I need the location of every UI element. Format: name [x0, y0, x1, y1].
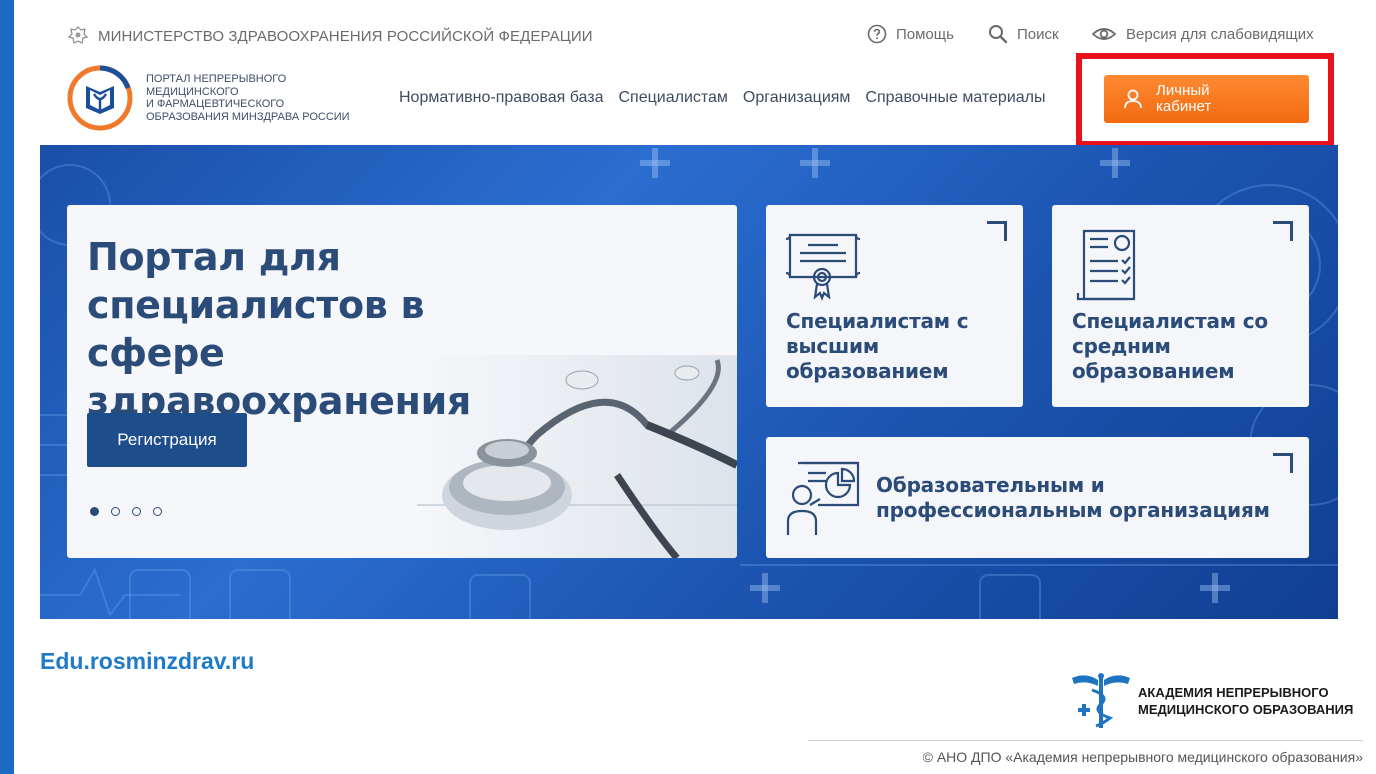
logo-line: ПОРТАЛ НЕПРЕРЫВНОГО	[146, 73, 287, 85]
portal-logo-text: ПОРТАЛ НЕПРЕРЫВНОГО МЕДИЦИНСКОГО И ФАРМА…	[146, 73, 366, 123]
tile-higher-education[interactable]: Специалистам с высшим образованием	[766, 205, 1023, 407]
logo-line: И ФАРМАЦЕВТИЧЕСКОГО	[146, 98, 285, 110]
help-icon	[867, 24, 887, 44]
search-label: Поиск	[1017, 25, 1059, 43]
diploma-icon	[785, 233, 861, 301]
nav-item-reference[interactable]: Справочные материалы	[865, 89, 1045, 107]
logo-line: ОБРАЗОВАНИЯ МИНЗДРАВА РОССИИ	[146, 110, 350, 123]
copyright-text: © АНО ДПО «Академия непрерывного медицин…	[922, 749, 1363, 765]
academy-logo: АКАДЕМИЯ НЕПРЕРЫВНОГО МЕДИЦИНСКОГО ОБРАЗ…	[1070, 672, 1353, 730]
user-icon	[1124, 89, 1142, 109]
hero-banner: Портал для специалистов в сфере здравоох…	[40, 145, 1338, 619]
accessibility-link[interactable]: Версия для слабовидящих	[1091, 24, 1314, 44]
corner-arrow-icon	[1273, 453, 1293, 473]
accessibility-label: Версия для слабовидящих	[1126, 25, 1314, 43]
tile-secondary-education[interactable]: Специалистам со средним образованием	[1052, 205, 1309, 407]
eye-icon	[1091, 28, 1117, 40]
presenter-board-icon	[786, 461, 860, 535]
academy-name-line1: АКАДЕМИЯ НЕПРЕРЫВНОГО	[1138, 685, 1329, 700]
carousel-dot[interactable]	[153, 507, 162, 516]
tile-organizations-title: Образовательным и профессиональным орган…	[876, 473, 1270, 522]
academy-name-line2: МЕДИЦИНСКОГО ОБРАЗОВАНИЯ	[1138, 702, 1354, 717]
carousel-dot[interactable]	[111, 507, 120, 516]
nav-item-organizations[interactable]: Организациям	[743, 89, 851, 107]
site-url[interactable]: Edu.rosminzdrav.ru	[40, 648, 254, 675]
register-button[interactable]: Регистрация	[87, 413, 247, 467]
carousel-dot[interactable]	[90, 507, 99, 516]
search-icon	[989, 25, 1008, 44]
hero-title: Портал для специалистов в сфере здравоох…	[87, 235, 472, 423]
nav-item-specialists[interactable]: Специалистам	[618, 89, 727, 107]
tile-secondary-education-title: Специалистам со средним образованием	[1072, 309, 1268, 383]
search-link[interactable]: Поиск	[988, 24, 1059, 44]
ministry-name: МИНИСТЕРСТВО ЗДРАВООХРАНЕНИЯ РОССИЙСКОЙ …	[98, 27, 593, 45]
coat-of-arms-icon	[67, 26, 89, 44]
portal-logo[interactable]: ПОРТАЛ НЕПРЕРЫВНОГО МЕДИЦИНСКОГО И ФАРМА…	[66, 64, 366, 132]
main-nav: Нормативно-правовая база Специалистам Ор…	[399, 89, 1045, 107]
corner-arrow-icon	[987, 221, 1007, 241]
portal-logo-icon	[67, 65, 133, 131]
hero-card: Портал для специалистов в сфере здравоох…	[67, 205, 737, 558]
caduceus-icon	[1072, 673, 1130, 728]
document-checklist-icon	[1076, 229, 1136, 301]
ministry-header: МИНИСТЕРСТВО ЗДРАВООХРАНЕНИЯ РОССИЙСКОЙ …	[66, 24, 593, 48]
footer-divider	[808, 740, 1363, 741]
tile-higher-education-title: Специалистам с высшим образованием	[786, 309, 969, 383]
corner-arrow-icon	[1273, 221, 1293, 241]
logo-line: МЕДИЦИНСКОГО	[146, 85, 239, 98]
left-accent-stripe	[0, 0, 14, 774]
help-link[interactable]: Помощь	[867, 24, 954, 44]
personal-cabinet-button[interactable]: Личный кабинет	[1104, 75, 1309, 123]
help-label: Помощь	[896, 25, 954, 43]
nav-item-legal-base[interactable]: Нормативно-правовая база	[399, 89, 603, 107]
tile-organizations[interactable]: Образовательным и профессиональным орган…	[766, 437, 1309, 558]
carousel-dot[interactable]	[132, 507, 141, 516]
personal-cabinet-label: Личный кабинет	[1156, 82, 1212, 115]
carousel-dots	[90, 507, 162, 516]
